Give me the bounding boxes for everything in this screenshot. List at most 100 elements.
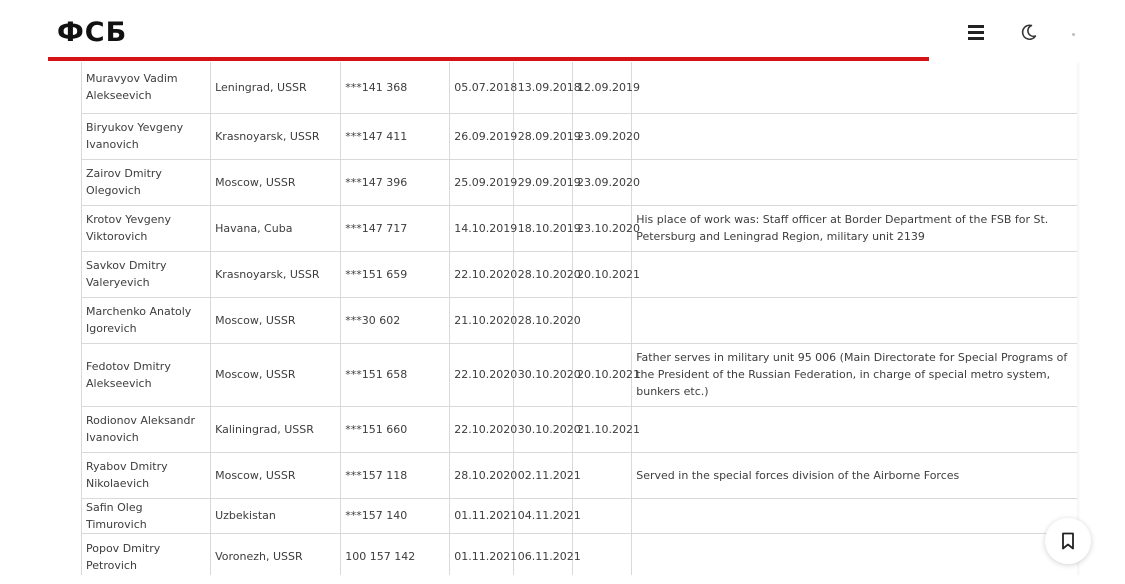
cell-date-2: 28.10.2020 <box>512 296 581 344</box>
cell-note <box>631 296 1077 344</box>
table-container: Muravyov Vadim Alekseevich Leningrad, USS… <box>81 62 1077 575</box>
cell-birthplace: Krasnoyarsk, USSR <box>210 112 342 160</box>
cell-date-3 <box>571 532 633 575</box>
cell-note <box>631 158 1077 206</box>
cell-date-1: 01.11.2021 <box>449 532 517 575</box>
cell-date-2: 02.11.2021 <box>512 451 581 499</box>
cell-passport-number: ***157 118 <box>340 451 451 499</box>
cell-note <box>631 497 1077 534</box>
cell-passport-number: ***141 368 <box>340 62 451 114</box>
cell-date-1: 21.10.2020 <box>449 296 517 344</box>
cell-birthplace: Moscow, USSR <box>210 451 342 499</box>
table-row: Safin Oleg Timurovich Uzbekistan ***157 14… <box>81 497 1077 534</box>
cell-passport-number: ***147 717 <box>340 204 451 252</box>
cell-name: Biryukov Yevgeny Ivanovich <box>81 112 212 160</box>
site-header: ФСБ <box>0 0 1125 62</box>
table-row: Marchenko Anatoly Igorevich Moscow, USSR *… <box>81 296 1077 344</box>
table-row: Ryabov Dmitry Nikolaevich Moscow, USSR ***… <box>81 451 1077 499</box>
cell-birthplace: Moscow, USSR <box>210 296 342 344</box>
table-row: Zairov Dmitry Olegovich Moscow, USSR ***14… <box>81 158 1077 206</box>
cell-note <box>631 405 1077 453</box>
cell-note: Served in the special forces division of… <box>631 451 1077 499</box>
cell-note <box>631 250 1077 298</box>
cell-passport-number: ***151 660 <box>340 405 451 453</box>
cell-date-2: 04.11.2021 <box>512 497 581 534</box>
cell-passport-number: ***30 602 <box>340 296 451 344</box>
table-row: Popov Dmitry Petrovich Voronezh, USSR 100 … <box>81 532 1077 575</box>
cell-date-2: 28.10.2020 <box>512 250 581 298</box>
table-row: Savkov Dmitry Valeryevich Krasnoyarsk, US… <box>81 250 1077 298</box>
cell-name: Krotov Yevgeny Viktorovich <box>81 204 212 252</box>
cell-date-1: 01.11.2021 <box>449 497 517 534</box>
cell-note <box>631 112 1077 160</box>
cell-date-1: 05.07.2018 <box>449 62 517 114</box>
bookmark-icon <box>1062 532 1074 550</box>
cell-date-2: 28.09.2019 <box>512 112 581 160</box>
cell-date-1: 22.10.2020 <box>449 405 517 453</box>
table-row: Krotov Yevgeny Viktorovich Havana, Cuba **… <box>81 204 1077 252</box>
cell-date-3: 20.10.2021 <box>571 250 640 298</box>
cell-date-3 <box>571 451 633 499</box>
cell-date-3: 23.09.2020 <box>571 112 640 160</box>
cell-note: His place of work was: Staff officer at … <box>631 204 1077 252</box>
cell-date-1: 25.09.2019 <box>449 158 517 206</box>
scroll-edge <box>1077 62 1081 575</box>
cell-date-3: 12.09.2019 <box>571 62 640 114</box>
cell-birthplace: Kaliningrad, USSR <box>210 405 342 453</box>
hamburger-menu-icon[interactable] <box>968 25 986 41</box>
moon-icon[interactable] <box>1019 22 1039 42</box>
cell-birthplace: Havana, Cuba <box>210 204 342 252</box>
cell-passport-number: ***151 658 <box>340 342 451 407</box>
cell-passport-number: ***147 396 <box>340 158 451 206</box>
cell-birthplace: Moscow, USSR <box>210 342 342 407</box>
cell-name: Rodionov Aleksandr Ivanovich <box>81 405 212 453</box>
page: ФСБ Muravyov Vadim Alekseevich Leningrad,… <box>0 0 1125 584</box>
cell-name: Savkov Dmitry Valeryevich <box>81 250 212 298</box>
cell-passport-number: ***151 659 <box>340 250 451 298</box>
cell-date-1: 22.10.2020 <box>449 342 517 407</box>
cell-date-3: 20.10.2021 <box>571 342 640 407</box>
cell-passport-number: ***147 411 <box>340 112 451 160</box>
cell-birthplace: Krasnoyarsk, USSR <box>210 250 342 298</box>
bookmark-button[interactable] <box>1045 518 1091 564</box>
cell-note: Father serves in military unit 95 006 (M… <box>631 342 1077 407</box>
cell-birthplace: Uzbekistan <box>210 497 342 534</box>
cell-passport-number: 100 157 142 <box>340 532 451 575</box>
cell-note <box>631 532 1077 575</box>
cell-date-3 <box>571 296 633 344</box>
cell-name: Zairov Dmitry Olegovich <box>81 158 212 206</box>
table-row: Muravyov Vadim Alekseevich Leningrad, USS… <box>81 62 1077 114</box>
cell-name: Muravyov Vadim Alekseevich <box>81 62 212 114</box>
cell-date-1: 28.10.2020 <box>449 451 517 499</box>
cell-date-2: 29.09.2019 <box>512 158 581 206</box>
cell-date-3: 23.09.2020 <box>571 158 640 206</box>
overflow-indicator <box>1072 33 1075 36</box>
cell-date-3 <box>571 497 633 534</box>
cell-name: Fedotov Dmitry Alekseevich <box>81 342 212 407</box>
cell-date-2: 30.10.2020 <box>512 405 581 453</box>
cell-birthplace: Moscow, USSR <box>210 158 342 206</box>
cell-date-2: 30.10.2020 <box>512 342 581 407</box>
cell-note <box>631 62 1077 114</box>
cell-date-3: 23.10.2020 <box>571 204 640 252</box>
cell-date-3: 21.10.2021 <box>571 405 640 453</box>
table-row: Fedotov Dmitry Alekseevich Moscow, USSR **… <box>81 342 1077 407</box>
cell-date-1: 26.09.2019 <box>449 112 517 160</box>
cell-date-1: 22.10.2020 <box>449 250 517 298</box>
cell-date-2: 13.09.2018 <box>512 62 581 114</box>
cell-name: Safin Oleg Timurovich <box>81 497 212 534</box>
cell-birthplace: Voronezh, USSR <box>210 532 342 575</box>
table-row: Rodionov Aleksandr Ivanovich Kaliningrad,… <box>81 405 1077 453</box>
officers-table: Muravyov Vadim Alekseevich Leningrad, USS… <box>81 62 1077 575</box>
cell-name: Marchenko Anatoly Igorevich <box>81 296 212 344</box>
site-logo[interactable]: ФСБ <box>57 17 127 48</box>
cell-birthplace: Leningrad, USSR <box>210 62 342 114</box>
cell-date-2: 18.10.2019 <box>512 204 581 252</box>
cell-date-1: 14.10.2019 <box>449 204 517 252</box>
cell-name: Ryabov Dmitry Nikolaevich <box>81 451 212 499</box>
cell-date-2: 06.11.2021 <box>512 532 581 575</box>
cell-name: Popov Dmitry Petrovich <box>81 532 212 575</box>
table-row: Biryukov Yevgeny Ivanovich Krasnoyarsk, U… <box>81 112 1077 160</box>
reading-progress-bar <box>48 57 929 61</box>
cell-passport-number: ***157 140 <box>340 497 451 534</box>
